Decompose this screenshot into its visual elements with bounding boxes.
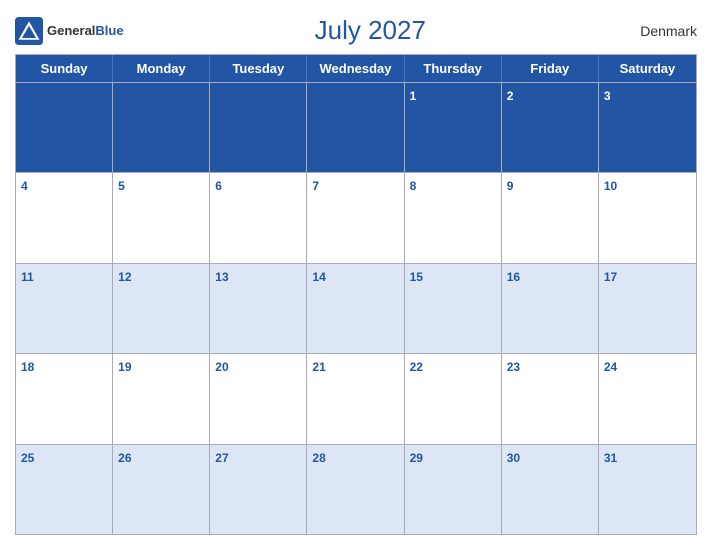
logo-icon — [15, 17, 43, 45]
day-number: 20 — [215, 360, 228, 374]
calendar-cell: 18 — [16, 354, 113, 443]
calendar-week-row: 4 5 6 7 8 9 10 — [16, 172, 696, 262]
day-number: 25 — [21, 451, 34, 465]
calendar-cell: 6 — [210, 173, 307, 262]
calendar-cell: 26 — [113, 445, 210, 534]
weekday-header-cell: Saturday — [599, 55, 696, 82]
calendar-cell: 19 — [113, 354, 210, 443]
calendar-week-row: 1 2 3 — [16, 82, 696, 172]
calendar-cell: 2 — [502, 83, 599, 172]
country-label: Denmark — [617, 23, 697, 39]
page-title: July 2027 — [124, 15, 617, 46]
day-number: 12 — [118, 270, 131, 284]
day-number: 2 — [507, 89, 514, 103]
calendar-cell: 4 — [16, 173, 113, 262]
calendar-grid: SundayMondayTuesdayWednesdayThursdayFrid… — [15, 54, 697, 535]
calendar-cell: 7 — [307, 173, 404, 262]
calendar-cell — [16, 83, 113, 172]
day-number: 29 — [410, 451, 423, 465]
calendar-cell: 13 — [210, 264, 307, 353]
calendar-cell: 14 — [307, 264, 404, 353]
calendar-cell: 25 — [16, 445, 113, 534]
calendar-cell: 24 — [599, 354, 696, 443]
day-number: 19 — [118, 360, 131, 374]
calendar-cell: 20 — [210, 354, 307, 443]
weekday-header-cell: Tuesday — [210, 55, 307, 82]
day-number: 7 — [312, 179, 319, 193]
day-number: 24 — [604, 360, 617, 374]
day-number: 27 — [215, 451, 228, 465]
calendar-week-row: 18 19 20 21 22 23 24 — [16, 353, 696, 443]
day-number: 26 — [118, 451, 131, 465]
calendar-week-row: 11 12 13 14 15 16 17 — [16, 263, 696, 353]
calendar-cell: 10 — [599, 173, 696, 262]
day-number: 4 — [21, 179, 28, 193]
calendar-cell: 15 — [405, 264, 502, 353]
calendar-cell: 27 — [210, 445, 307, 534]
calendar-cell: 1 — [405, 83, 502, 172]
day-number: 6 — [215, 179, 222, 193]
day-number: 16 — [507, 270, 520, 284]
calendar-cell: 11 — [16, 264, 113, 353]
calendar-cell: 8 — [405, 173, 502, 262]
calendar-cell: 23 — [502, 354, 599, 443]
calendar-cell — [307, 83, 404, 172]
day-number: 3 — [604, 89, 611, 103]
weekday-header-row: SundayMondayTuesdayWednesdayThursdayFrid… — [16, 55, 696, 82]
weekday-header-cell: Thursday — [405, 55, 502, 82]
weekday-header-cell: Sunday — [16, 55, 113, 82]
calendar-cell: 28 — [307, 445, 404, 534]
day-number: 1 — [410, 89, 417, 103]
day-number: 8 — [410, 179, 417, 193]
day-number: 30 — [507, 451, 520, 465]
day-number: 5 — [118, 179, 125, 193]
calendar-cell: 29 — [405, 445, 502, 534]
day-number: 13 — [215, 270, 228, 284]
day-number: 23 — [507, 360, 520, 374]
calendar-cell: 3 — [599, 83, 696, 172]
calendar-cell: 30 — [502, 445, 599, 534]
day-number: 11 — [21, 270, 34, 284]
calendar-cell: 5 — [113, 173, 210, 262]
day-number: 28 — [312, 451, 325, 465]
calendar-cell: 17 — [599, 264, 696, 353]
page-header: GeneralBlue July 2027 Denmark — [15, 10, 697, 54]
calendar-cell: 21 — [307, 354, 404, 443]
day-number: 22 — [410, 360, 423, 374]
day-number: 9 — [507, 179, 514, 193]
calendar-cell — [210, 83, 307, 172]
calendar-cell: 31 — [599, 445, 696, 534]
weekday-header-cell: Monday — [113, 55, 210, 82]
calendar-cell — [113, 83, 210, 172]
logo-label: GeneralBlue — [47, 22, 124, 40]
weekday-header-cell: Friday — [502, 55, 599, 82]
day-number: 21 — [312, 360, 325, 374]
calendar-cell: 12 — [113, 264, 210, 353]
calendar-week-row: 25 26 27 28 29 30 31 — [16, 444, 696, 534]
calendar-cell: 16 — [502, 264, 599, 353]
calendar-body: 1234567891011121314151617181920212223242… — [16, 82, 696, 534]
day-number: 14 — [312, 270, 325, 284]
day-number: 10 — [604, 179, 617, 193]
calendar-page: GeneralBlue July 2027 Denmark SundayMond… — [0, 0, 712, 550]
calendar-cell: 22 — [405, 354, 502, 443]
weekday-header-cell: Wednesday — [307, 55, 404, 82]
logo: GeneralBlue — [15, 17, 124, 45]
day-number: 31 — [604, 451, 617, 465]
day-number: 18 — [21, 360, 34, 374]
day-number: 17 — [604, 270, 617, 284]
calendar-cell: 9 — [502, 173, 599, 262]
day-number: 15 — [410, 270, 423, 284]
